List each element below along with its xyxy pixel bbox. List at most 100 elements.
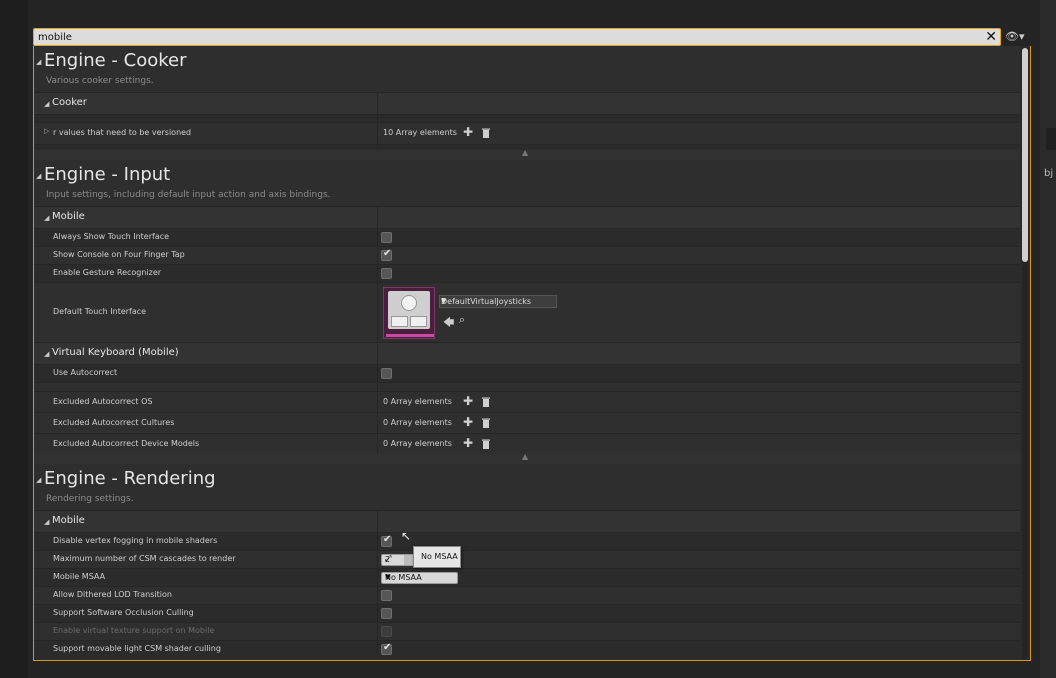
property-row-default-touch: Default Touch Interface DefaultVirtualJo… <box>34 282 1020 342</box>
virtual-texture-checkbox <box>381 626 392 637</box>
property-row: Always Show Touch Interface <box>34 228 1020 246</box>
property-label: Allow Dithered LOD Transition <box>53 590 172 599</box>
section-header-input[interactable]: ◢ Engine - Input <box>34 160 1020 190</box>
property-label: Default Touch Interface <box>53 307 147 316</box>
category-mobile[interactable]: ◢ Mobile <box>34 206 1020 229</box>
search-input[interactable] <box>38 30 968 44</box>
property-row: Support Software Occlusion Culling <box>34 604 1020 622</box>
movable-light-csm-checkbox[interactable] <box>381 642 392 655</box>
property-label: Support movable light CSM shader culling <box>53 644 221 653</box>
section-description: Various cooker settings. <box>34 76 1020 92</box>
search-bar: ✕ 👁▾ <box>33 28 1031 46</box>
editor-window: bj ✕ 👁▾ ◢ Engine - Cooker Various cooker… <box>0 0 1056 678</box>
property-label: Use Autocorrect <box>53 368 118 377</box>
details-scroll-area[interactable]: ◢ Engine - Cooker Various cooker setting… <box>34 46 1020 660</box>
show-console-checkbox[interactable] <box>381 248 392 261</box>
property-row: ▷ r values that need to be versioned 10 … <box>34 122 1020 144</box>
vertical-scrollbar[interactable] <box>1022 48 1028 660</box>
expand-triangle-icon: ◢ <box>44 100 50 108</box>
side-text: bj <box>1044 168 1054 179</box>
trash-icon[interactable] <box>482 418 490 428</box>
property-label: Support Software Occlusion Culling <box>53 608 194 617</box>
category-mobile-rendering[interactable]: ◢ Mobile <box>34 510 1020 533</box>
category-label: Mobile <box>52 515 85 526</box>
property-label: Always Show Touch Interface <box>53 232 170 241</box>
section-description: Input settings, including default input … <box>34 190 1020 206</box>
property-label: r values that need to be versioned <box>53 128 192 137</box>
trash-icon[interactable] <box>482 397 490 407</box>
collapse-triangle-icon: ◢ <box>36 476 42 484</box>
chevron-down-icon: ▼ <box>385 573 391 581</box>
section-description: Rendering settings. <box>34 494 1020 510</box>
section-title: Engine - Cooker <box>44 50 187 71</box>
add-element-icon[interactable]: ✚ <box>463 394 473 408</box>
joystick-icon <box>401 295 417 311</box>
mobile-msaa-dropdown[interactable]: No MSAA ▼ <box>381 572 458 584</box>
chevron-down-icon: ▼ <box>441 297 447 305</box>
section-header-cooker[interactable]: ◢ Engine - Cooker <box>34 46 1020 76</box>
always-show-touch-checkbox[interactable] <box>381 232 392 243</box>
mouse-cursor-icon: ↖ <box>401 529 412 543</box>
property-row: Support movable light CSM shader culling <box>34 640 1020 658</box>
property-row: Enable Gesture Recognizer <box>34 264 1020 282</box>
collapse-triangle-icon: ◢ <box>36 58 42 66</box>
category-cooker[interactable]: ◢ Cooker <box>34 92 1020 115</box>
property-row: Show Console on Four Finger Tap <box>34 246 1020 264</box>
property-row: Maximum number of CSM cascades to render… <box>34 550 1020 568</box>
category-virtual-keyboard[interactable]: ◢ Virtual Keyboard (Mobile) <box>34 342 1020 365</box>
trash-icon[interactable] <box>482 128 490 138</box>
add-element-icon[interactable]: ✚ <box>463 436 473 450</box>
property-label: Maximum number of CSM cascades to render <box>53 554 236 563</box>
search-box[interactable]: ✕ <box>33 28 1001 46</box>
asset-thumbnail[interactable] <box>383 287 435 339</box>
browse-search-icon[interactable]: ⌕ <box>459 313 465 327</box>
add-element-icon[interactable]: ✚ <box>463 415 473 429</box>
clear-search-icon[interactable]: ✕ <box>985 29 997 45</box>
software-occlusion-checkbox[interactable] <box>381 608 392 619</box>
details-panel: ◢ Engine - Cooker Various cooker setting… <box>33 46 1031 661</box>
use-selected-arrow-icon[interactable]: 🡄 <box>443 314 454 333</box>
side-tab[interactable] <box>1046 128 1056 150</box>
property-row: Excluded Autocorrect Cultures 0 Array el… <box>34 412 1020 433</box>
section-header-rendering[interactable]: ◢ Engine - Rendering <box>34 464 1020 494</box>
array-count: 10 Array elements <box>383 128 457 137</box>
scrollbar-thumb[interactable] <box>1022 48 1028 262</box>
property-label: Excluded Autocorrect Device Models <box>53 439 200 448</box>
collapse-triangle-icon: ◢ <box>36 172 42 180</box>
expand-arrow-icon[interactable]: ▷ <box>44 127 49 135</box>
gesture-recognizer-checkbox[interactable] <box>381 268 392 279</box>
property-label: Disable vertex fogging in mobile shaders <box>53 536 218 545</box>
section-title: Engine - Rendering <box>44 468 216 489</box>
disable-vertex-fog-checkbox[interactable] <box>381 534 392 547</box>
expand-triangle-icon: ◢ <box>44 214 50 222</box>
property-label: Excluded Autocorrect Cultures <box>53 418 175 427</box>
property-label: Mobile MSAA <box>53 572 106 581</box>
array-count: 0 Array elements <box>383 418 452 427</box>
property-row: Allow Dithered LOD Transition <box>34 586 1020 604</box>
expand-triangle-icon: ◢ <box>44 518 50 526</box>
array-count: 0 Array elements <box>383 439 452 448</box>
property-row: Enable virtual texture support on Mobile <box>34 622 1020 640</box>
property-row: Excluded Autocorrect Device Models 0 Arr… <box>34 433 1020 454</box>
msaa-tooltip: No MSAA <box>413 546 461 568</box>
property-row: Mobile MSAA No MSAA ▼ <box>34 568 1020 586</box>
property-label: Excluded Autocorrect OS <box>53 397 153 406</box>
property-label: Show Console on Four Finger Tap <box>53 250 185 259</box>
expand-triangle-icon: ◢ <box>44 350 50 358</box>
property-row: Disable vertex fogging in mobile shaders <box>34 532 1020 550</box>
trash-icon[interactable] <box>482 439 490 449</box>
dithered-lod-checkbox[interactable] <box>381 590 392 601</box>
collapse-section-button[interactable]: ▲ <box>34 452 1020 464</box>
property-row: Excluded Autocorrect OS 0 Array elements… <box>34 391 1020 412</box>
visibility-options-icon[interactable]: 👁▾ <box>1005 30 1025 43</box>
category-label: Cooker <box>52 97 87 108</box>
left-gutter <box>0 0 28 678</box>
asset-picker-combo[interactable]: DefaultVirtualJoysticks ▼ <box>439 295 557 308</box>
collapse-section-button[interactable]: ▲ <box>34 148 1020 160</box>
array-count: 0 Array elements <box>383 397 452 406</box>
use-autocorrect-checkbox[interactable] <box>381 368 392 379</box>
add-element-icon[interactable]: ✚ <box>463 125 473 139</box>
property-row: Use Autocorrect <box>34 364 1020 382</box>
property-label: Enable virtual texture support on Mobile <box>53 626 215 635</box>
category-label: Virtual Keyboard (Mobile) <box>52 347 179 358</box>
